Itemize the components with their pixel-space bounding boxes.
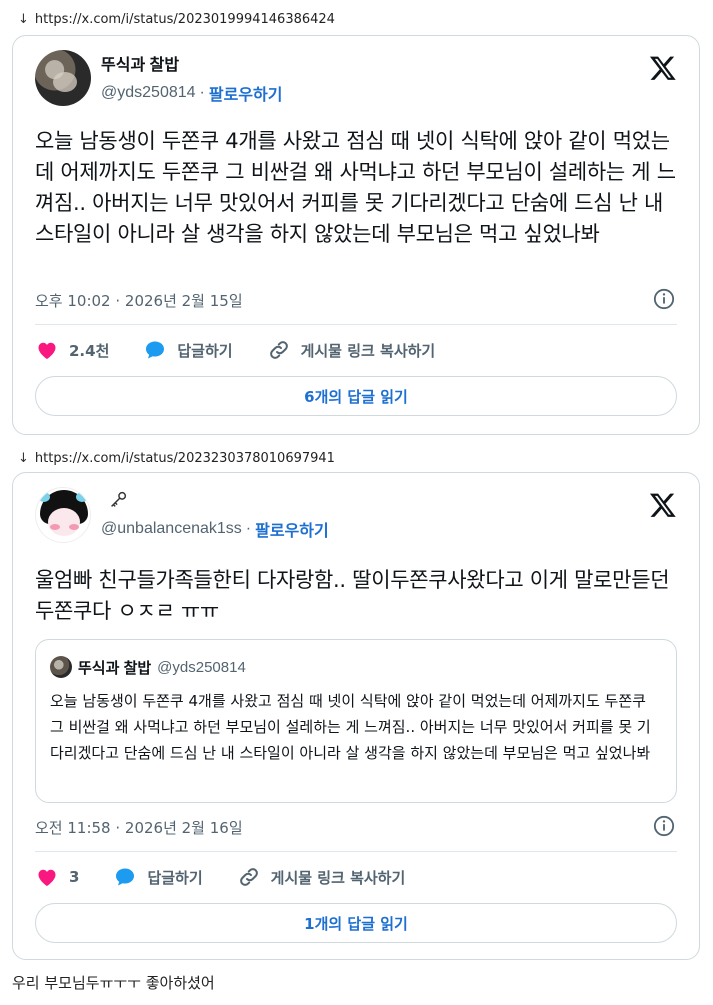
copy-link-label: 게시물 링크 복사하기 xyxy=(300,341,436,360)
x-logo-icon[interactable] xyxy=(649,491,677,519)
like-count: 2.4천 xyxy=(69,341,110,360)
read-replies-button[interactable]: 6개의 답글 읽기 xyxy=(35,376,677,416)
divider xyxy=(35,851,677,852)
reply-label: 답글하기 xyxy=(177,341,233,360)
tweet1-url-line: ↓ https://x.com/i/status/202301999414638… xyxy=(18,12,335,27)
reply-button[interactable]: 답글하기 xyxy=(143,338,233,362)
tweet1-header: 뚜식과 찰밥 @yds250814 · 팔로우하기 xyxy=(35,50,282,106)
tweet2-header: @unbalancenak1ss · 팔로우하기 xyxy=(35,487,329,543)
author-name[interactable]: 뚜식과 찰밥 xyxy=(101,51,282,75)
copy-link-button[interactable]: 게시물 링크 복사하기 xyxy=(237,865,406,889)
author-handle[interactable]: @yds250814 xyxy=(101,84,196,102)
tweet-actions: 2.4천 답글하기 게시물 링크 복사하기 xyxy=(35,338,469,362)
tweet-text: 오늘 남동생이 두쫀쿠 4개를 사왔고 점심 때 넷이 식탁에 앉아 같이 먹었… xyxy=(35,129,676,246)
reply-button[interactable]: 답글하기 xyxy=(113,865,203,889)
tweet-card-2[interactable]: @unbalancenak1ss · 팔로우하기 울엄빠 친구들가족들한티 다자… xyxy=(12,472,700,960)
quoted-author-handle: @yds250814 xyxy=(157,658,246,676)
quoted-tweet-text: 오늘 남동생이 두쫀쿠 4개를 사왔고 점심 때 넷이 식탁에 앉아 같이 먹었… xyxy=(50,692,651,762)
reply-bubble-icon xyxy=(116,868,135,886)
author-handle[interactable]: @unbalancenak1ss xyxy=(101,520,242,538)
caption-text: 우리 부모님두ㅠㅜㅜ 좋아하셨어 xyxy=(12,974,215,992)
follow-button[interactable]: 팔로우하기 xyxy=(209,81,283,105)
like-button[interactable]: 2.4천 xyxy=(35,338,109,362)
quoted-tweet-header: 뚜식과 찰밥 @yds250814 xyxy=(50,656,246,678)
quoted-tweet[interactable]: 뚜식과 찰밥 @yds250814 오늘 남동생이 두쫀쿠 4개를 사왔고 점심… xyxy=(35,639,677,803)
info-icon[interactable] xyxy=(653,288,675,310)
tweet1-url[interactable]: https://x.com/i/status/20230199941463864… xyxy=(35,12,335,27)
read-replies-button[interactable]: 1개의 답글 읽기 xyxy=(35,903,677,943)
heart-icon xyxy=(38,342,56,359)
quoted-author-name: 뚜식과 찰밥 xyxy=(78,659,152,677)
avatar[interactable] xyxy=(35,50,91,106)
copy-link-button[interactable]: 게시물 링크 복사하기 xyxy=(267,338,436,362)
info-icon[interactable] xyxy=(653,815,675,837)
key-icon xyxy=(111,491,127,507)
down-arrow-icon: ↓ xyxy=(18,451,29,466)
link-icon xyxy=(239,868,258,886)
tweet-timestamp[interactable]: 오후 10:02 · 2026년 2월 15일 xyxy=(35,290,243,311)
author-name[interactable] xyxy=(101,489,329,511)
tweet-text: 울엄빠 친구들가족들한티 다자랑함.. 딸이두쫀쿠사왔다고 이게 말로만듣던두쫀… xyxy=(35,568,670,623)
x-logo-icon[interactable] xyxy=(649,54,677,82)
follow-button[interactable]: 팔로우하기 xyxy=(255,517,329,541)
divider xyxy=(35,324,677,325)
quoted-avatar xyxy=(50,656,72,678)
tweet-card-1[interactable]: 뚜식과 찰밥 @yds250814 · 팔로우하기 오늘 남동생이 두쫀쿠 4개… xyxy=(12,35,700,435)
copy-link-label: 게시물 링크 복사하기 xyxy=(270,868,406,887)
link-icon xyxy=(269,341,288,359)
avatar[interactable] xyxy=(35,487,91,543)
reply-label: 답글하기 xyxy=(147,868,203,887)
down-arrow-icon: ↓ xyxy=(18,12,29,27)
tweet-timestamp[interactable]: 오전 11:58 · 2026년 2월 16일 xyxy=(35,817,243,838)
reply-bubble-icon xyxy=(146,341,165,359)
like-button[interactable]: 3 xyxy=(35,865,79,889)
tweet2-url-line: ↓ https://x.com/i/status/202323037801069… xyxy=(18,451,335,466)
like-count: 3 xyxy=(69,868,80,886)
tweet-actions: 3 답글하기 게시물 링크 복사하기 xyxy=(35,865,439,889)
heart-icon xyxy=(38,869,56,886)
tweet2-url[interactable]: https://x.com/i/status/20232303780106979… xyxy=(35,451,335,466)
